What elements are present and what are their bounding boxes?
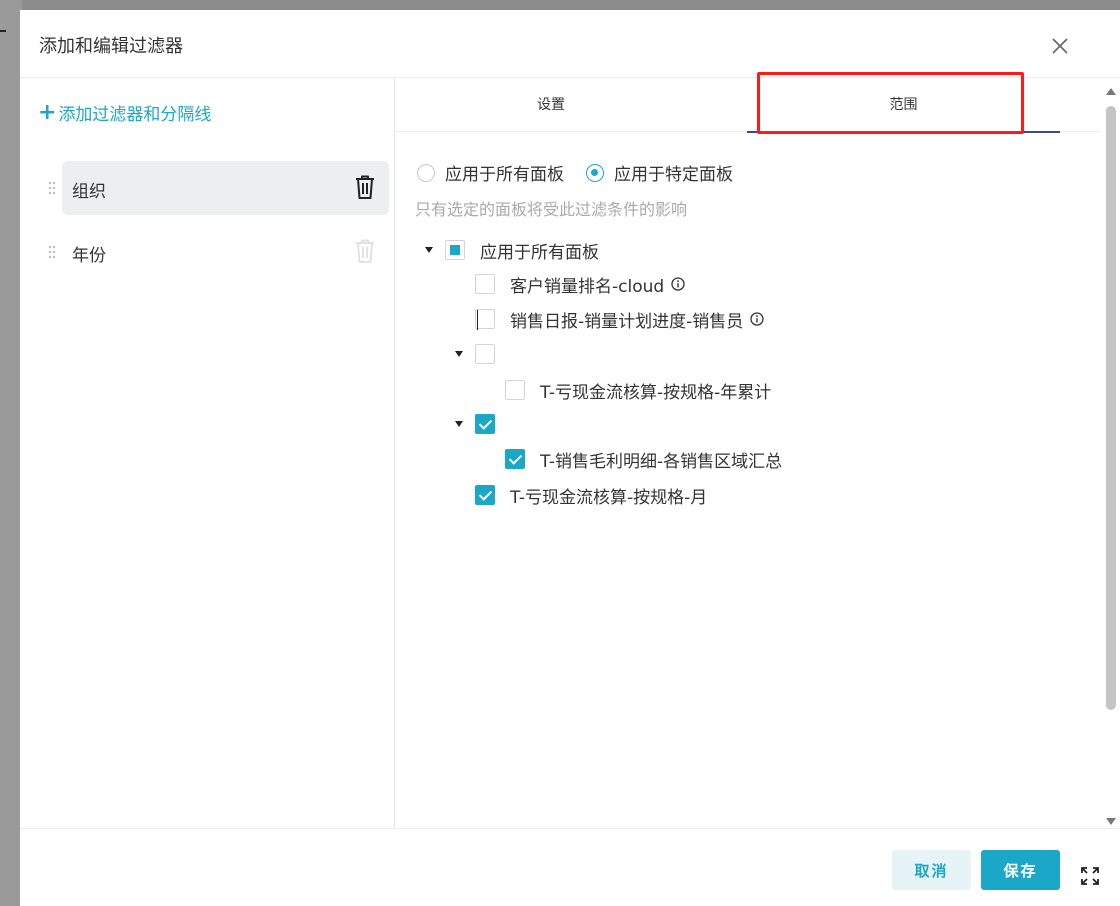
- add-filter-link[interactable]: + 添加过滤器和分隔线: [38, 100, 211, 125]
- trash-icon[interactable]: [353, 174, 377, 200]
- cancel-button[interactable]: 取消: [892, 850, 971, 890]
- add-filter-label: 添加过滤器和分隔线: [58, 105, 212, 125]
- close-icon[interactable]: [1048, 34, 1072, 58]
- caret-down-icon[interactable]: [455, 351, 463, 357]
- filter-item-year[interactable]: 年份: [48, 225, 389, 279]
- tree-root-label: 应用于所有面板: [480, 242, 599, 263]
- tree-item-row: T-销售毛利明细-各销售区域汇总: [505, 446, 782, 472]
- scope-hint: 只有选定的面板将受此过滤条件的影响: [415, 200, 688, 219]
- drag-handle-icon[interactable]: [48, 181, 56, 195]
- group-checkbox[interactable]: [475, 344, 495, 364]
- tab-bar: 设置 范围: [395, 72, 1100, 134]
- radio-all-panels-label[interactable]: 应用于所有面板: [445, 160, 564, 185]
- tab-scope[interactable]: 范围: [747, 78, 1060, 133]
- tree-root-row: 应用于所有面板: [425, 237, 599, 263]
- filter-dialog: 添加和编辑过滤器 + 添加过滤器和分隔线 组织 年份 设置 范围 应用于所有面板…: [20, 10, 1120, 906]
- tree-item-row: 销售日报-销量计划进度-销售员: [475, 306, 764, 332]
- radio-specific-panels-label[interactable]: 应用于特定面板: [614, 160, 733, 185]
- radio-all-panels[interactable]: [417, 163, 435, 182]
- caret-down-icon[interactable]: [425, 247, 433, 253]
- panel-label: 客户销量排名-cloud: [510, 276, 665, 297]
- info-icon[interactable]: [750, 312, 764, 326]
- tree-group-row: [455, 411, 510, 437]
- drag-handle-icon[interactable]: [48, 245, 56, 259]
- filter-item-label: 年份: [72, 246, 106, 266]
- scroll-thumb[interactable]: [1106, 106, 1116, 710]
- scroll-up-arrow-icon[interactable]: [1106, 88, 1116, 95]
- panel-label: T-亏现金流核算-按规格-月: [510, 487, 708, 508]
- plus-icon: +: [38, 99, 57, 125]
- info-icon[interactable]: [671, 277, 685, 291]
- scope-content: 应用于所有面板 应用于特定面板 只有选定的面板将受此过滤条件的影响 应用于所有面…: [395, 132, 1100, 822]
- tree-item-row: 客户销量排名-cloud: [475, 271, 685, 297]
- panel-checkbox[interactable]: [475, 274, 495, 294]
- radio-specific-panels[interactable]: [586, 163, 604, 182]
- filter-item-label: 组织: [72, 182, 106, 202]
- caret-down-icon[interactable]: [455, 421, 463, 427]
- dialog-title: 添加和编辑过滤器: [39, 36, 183, 57]
- scroll-down-arrow-icon[interactable]: [1106, 818, 1116, 825]
- trash-icon[interactable]: [353, 238, 377, 264]
- dialog-footer: 取消 保存: [20, 828, 1120, 906]
- panel-checkbox[interactable]: [475, 309, 495, 330]
- tree-root-checkbox[interactable]: [445, 240, 465, 260]
- panel-label: T-亏现金流核算-按规格-年累计: [540, 382, 772, 403]
- filter-config-panel: 设置 范围 应用于所有面板 应用于特定面板 只有选定的面板将受此过滤条件的影响 …: [395, 72, 1120, 828]
- scope-radio-group: 应用于所有面板 应用于特定面板: [417, 160, 755, 185]
- tab-settings[interactable]: 设置: [395, 78, 707, 132]
- filter-item-org[interactable]: 组织: [48, 161, 389, 215]
- panel-label: T-销售毛利明细-各销售区域汇总: [540, 451, 783, 472]
- panel-checkbox[interactable]: [505, 449, 525, 469]
- tree-item-row: T-亏现金流核算-按规格-月: [475, 482, 707, 508]
- tree-item-row: T-亏现金流核算-按规格-年累计: [505, 377, 771, 403]
- group-checkbox[interactable]: [475, 414, 495, 434]
- panel-label: 销售日报-销量计划进度-销售员: [510, 311, 744, 332]
- expand-icon[interactable]: [1080, 866, 1100, 886]
- panel-checkbox[interactable]: [475, 485, 495, 505]
- filter-list-panel: + 添加过滤器和分隔线 组织 年份: [20, 78, 395, 828]
- vertical-scrollbar[interactable]: [1103, 88, 1119, 828]
- dialog-header: 添加和编辑过滤器: [20, 10, 1120, 78]
- background-page: [0, 0, 22, 906]
- tree-group-row: [455, 341, 510, 367]
- background-dash: [0, 30, 6, 32]
- panel-checkbox[interactable]: [505, 380, 525, 400]
- save-button[interactable]: 保存: [981, 850, 1060, 890]
